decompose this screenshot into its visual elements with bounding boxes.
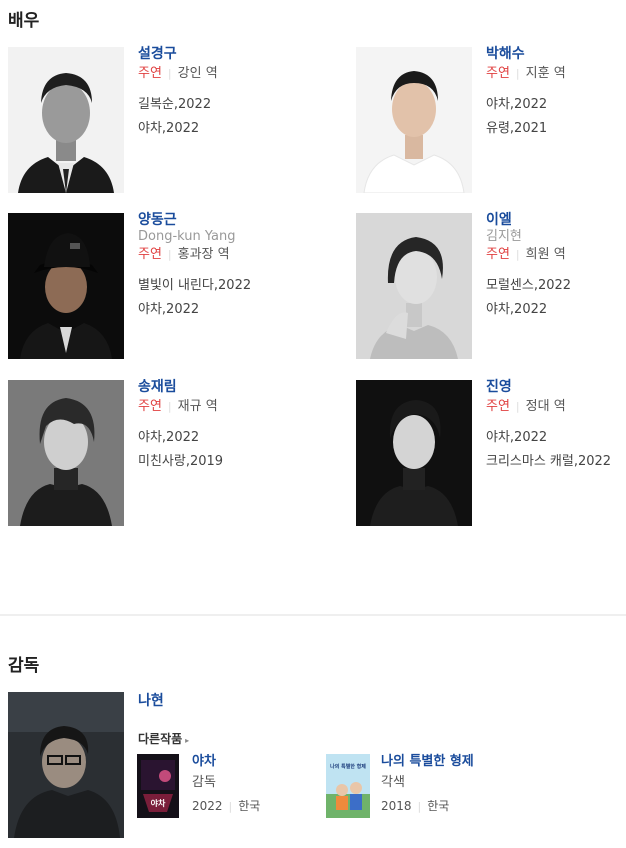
actor-alt-name: Dong-kun Yang xyxy=(138,229,236,244)
film-poster[interactable]: 야차 xyxy=(137,754,179,818)
separator: | xyxy=(515,67,520,80)
character-name: 홍과장 역 xyxy=(177,247,230,262)
actor-work[interactable]: 야차,2022 xyxy=(486,93,626,117)
role-type: 주연 xyxy=(486,66,510,81)
director-card: 나현 다른작품 ▸ 야차 야차 감독 2022 | 한국 나의 특별한 형제 나… xyxy=(8,692,618,838)
actor-work[interactable]: 야차,2022 xyxy=(138,426,308,450)
actor-role: 주연 | 정대 역 xyxy=(486,398,626,416)
character-name: 정대 역 xyxy=(525,399,566,414)
actor-card: 양동근 Dong-kun Yang 주연 | 홍과장 역 별빛이 내린다,2022 … xyxy=(8,212,308,359)
actor-work[interactable]: 유령,2021 xyxy=(486,117,626,141)
actor-role: 주연 | 지훈 역 xyxy=(486,65,626,83)
film-poster[interactable]: 나의 특별한 형제 xyxy=(326,754,370,818)
actor-name-link[interactable]: 양동근 xyxy=(138,212,308,228)
actor-work[interactable]: 야차,2022 xyxy=(138,298,308,322)
character-name: 희원 역 xyxy=(525,247,566,262)
chevron-right-icon: ▸ xyxy=(185,736,190,745)
actor-alt-name: 김지현 xyxy=(486,229,522,244)
director-heading: 감독 xyxy=(8,656,40,676)
actor-work[interactable]: 야차,2022 xyxy=(486,298,626,322)
director-photo[interactable] xyxy=(8,692,124,838)
film-country: 한국 xyxy=(427,799,450,813)
role-type: 주연 xyxy=(486,399,510,414)
separator: | xyxy=(228,800,233,813)
role-type: 주연 xyxy=(486,247,510,262)
actor-name-link[interactable]: 송재림 xyxy=(138,379,308,395)
role-type: 주연 xyxy=(138,66,162,81)
actor-role: 주연 | 강인 역 xyxy=(138,65,308,83)
actor-photo[interactable] xyxy=(356,380,472,526)
actor-work[interactable]: 모럴센스,2022 xyxy=(486,274,626,298)
actor-role: 주연 | 재규 역 xyxy=(138,398,308,416)
actor-name-link[interactable]: 설경구 xyxy=(138,46,308,62)
film-meta: 2022 | 한국 xyxy=(192,796,260,817)
character-name: 지훈 역 xyxy=(525,66,566,81)
actor-card: 진영 주연 | 정대 역 야차,2022 크리스마스 캐럴,2022 xyxy=(356,379,626,526)
actor-name-link[interactable]: 박해수 xyxy=(486,46,626,62)
section-divider xyxy=(0,614,626,616)
film-item[interactable]: 야차 야차 감독 2022 | 한국 xyxy=(137,754,337,820)
separator: | xyxy=(167,67,172,80)
film-role: 감독 xyxy=(192,775,216,790)
actor-card: 이엘 김지현 주연 | 희원 역 모럴센스,2022 야차,2022 xyxy=(356,212,626,359)
separator: | xyxy=(417,800,422,813)
actor-card: 송재림 주연 | 재규 역 야차,2022 미친사랑,2019 xyxy=(8,379,308,526)
separator: | xyxy=(167,248,172,261)
film-title[interactable]: 야차 xyxy=(192,754,260,770)
actor-work[interactable]: 별빛이 내린다,2022 xyxy=(138,274,308,298)
actor-work[interactable]: 길복순,2022 xyxy=(138,93,308,117)
separator: | xyxy=(515,400,520,413)
actor-name-link[interactable]: 이엘 xyxy=(486,212,626,228)
other-works-link[interactable]: 다른작품 ▸ xyxy=(138,730,189,747)
director-name-link[interactable]: 나현 xyxy=(138,690,164,710)
actor-card: 설경구 주연 | 강인 역 길복순,2022 야차,2022 xyxy=(8,46,308,193)
film-meta: 2018 | 한국 xyxy=(381,796,474,817)
poster-title-text: 나의 특별한 형제 xyxy=(330,763,366,770)
actor-role: 주연 | 희원 역 xyxy=(486,246,626,264)
actor-work[interactable]: 야차,2022 xyxy=(486,426,626,450)
actor-work[interactable]: 미친사랑,2019 xyxy=(138,450,308,474)
actor-work[interactable]: 야차,2022 xyxy=(138,117,308,141)
film-title[interactable]: 나의 특별한 형제 xyxy=(381,754,474,770)
actor-work[interactable]: 크리스마스 캐럴,2022 xyxy=(486,450,626,474)
role-type: 주연 xyxy=(138,247,162,262)
character-name: 강인 역 xyxy=(177,66,218,81)
actor-name-link[interactable]: 진영 xyxy=(486,379,626,395)
actor-photo[interactable] xyxy=(8,380,124,526)
separator: | xyxy=(167,400,172,413)
actor-photo[interactable] xyxy=(8,47,124,193)
film-year: 2022 xyxy=(192,799,223,813)
actor-photo[interactable] xyxy=(356,213,472,359)
actor-photo[interactable] xyxy=(356,47,472,193)
film-country: 한국 xyxy=(238,799,261,813)
character-name: 재규 역 xyxy=(177,399,218,414)
film-year: 2018 xyxy=(381,799,412,813)
poster-title-text: 야차 xyxy=(151,798,166,808)
actor-photo[interactable] xyxy=(8,213,124,359)
actor-card: 박해수 주연 | 지훈 역 야차,2022 유령,2021 xyxy=(356,46,626,193)
film-role: 각색 xyxy=(381,775,405,790)
other-works-label: 다른작품 xyxy=(138,732,183,746)
cast-heading: 배우 xyxy=(8,11,40,31)
role-type: 주연 xyxy=(138,399,162,414)
separator: | xyxy=(515,248,520,261)
film-item[interactable]: 나의 특별한 형제 나의 특별한 형제 각색 2018 | 한국 xyxy=(326,754,526,820)
actor-role: 주연 | 홍과장 역 xyxy=(138,246,308,264)
